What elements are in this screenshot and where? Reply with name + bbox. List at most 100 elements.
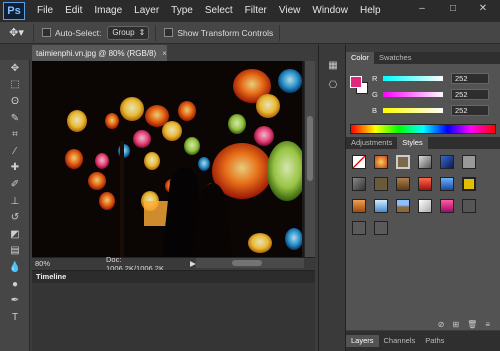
style-none[interactable] — [352, 155, 366, 169]
tab-swatches[interactable]: Swatches — [374, 52, 417, 64]
panel-menu-icon[interactable]: ≡ — [485, 320, 490, 329]
scroll-thumb[interactable] — [307, 116, 313, 181]
color-spectrum[interactable] — [350, 124, 496, 134]
blue-slider[interactable]: B 252 — [372, 104, 496, 116]
lasso-tool-icon[interactable]: ʘ — [0, 93, 30, 110]
red-track[interactable] — [383, 75, 443, 81]
style-swatch[interactable] — [440, 199, 454, 213]
quick-select-tool-icon[interactable]: ✎ — [0, 110, 30, 127]
menu-view[interactable]: View — [273, 0, 307, 22]
tool-preset-picker[interactable]: ✥▾ — [0, 23, 34, 42]
style-swatch[interactable] — [374, 221, 388, 235]
layers-panel: Layers Channels Paths — [346, 331, 500, 351]
style-swatch[interactable] — [462, 199, 476, 213]
minimize-button[interactable]: – — [407, 0, 437, 16]
timeline-tab[interactable]: Timeline — [32, 271, 315, 283]
type-tool-icon[interactable]: T — [0, 309, 30, 326]
chevron-down-icon: ⇕ — [138, 28, 146, 37]
green-value[interactable]: 252 — [451, 88, 489, 100]
close-window-button[interactable]: ✕ — [468, 0, 498, 16]
style-swatch[interactable] — [462, 155, 476, 169]
dodge-tool-icon[interactable]: ● — [0, 276, 30, 293]
move-tool-icon[interactable]: ✥ — [0, 60, 30, 77]
style-swatch[interactable] — [440, 155, 454, 169]
blue-value[interactable]: 252 — [451, 104, 489, 116]
style-swatch[interactable] — [418, 177, 432, 191]
marquee-tool-icon[interactable]: ⬚ — [0, 77, 30, 94]
auto-select-dropdown[interactable]: Group ⇕ — [107, 25, 150, 40]
menu-bar: Ps File Edit Image Layer Type Select Fil… — [0, 0, 500, 22]
properties-icon[interactable]: ⎔ — [319, 75, 347, 95]
menu-type[interactable]: Type — [165, 0, 199, 22]
separator — [279, 24, 281, 41]
tools-panel: ✥ ⬚ ʘ ✎ ⌗ ⁄ ✚ ✐ ⊥ ↺ ◩ ▤ 💧 ● ✒ T — [0, 60, 30, 351]
blue-track[interactable] — [383, 107, 443, 113]
brush-tool-icon[interactable]: ✐ — [0, 176, 30, 193]
history-brush-tool-icon[interactable]: ↺ — [0, 209, 30, 226]
menu-layer[interactable]: Layer — [128, 0, 165, 22]
trash-icon[interactable]: 🗑 — [467, 320, 477, 329]
show-transform-checkbox[interactable] — [164, 28, 174, 37]
clear-style-icon[interactable]: ⊘ — [438, 320, 445, 329]
history-icon[interactable]: ▦ — [319, 55, 347, 75]
new-style-icon[interactable]: ⊞ — [452, 320, 459, 329]
close-icon[interactable]: × — [162, 49, 167, 58]
style-swatch[interactable] — [440, 177, 454, 191]
blur-tool-icon[interactable]: 💧 — [0, 259, 30, 276]
style-swatch[interactable] — [352, 177, 366, 191]
menu-select[interactable]: Select — [199, 0, 239, 22]
tab-channels[interactable]: Channels — [379, 335, 421, 347]
clone-stamp-tool-icon[interactable]: ⊥ — [0, 193, 30, 210]
foreground-color-swatch[interactable] — [350, 76, 362, 88]
gradient-tool-icon[interactable]: ▤ — [0, 243, 30, 260]
auto-select-checkbox[interactable] — [42, 28, 51, 37]
document-tab[interactable]: taimienphi.vn.jpg @ 80% (RGB/8) × — [32, 45, 167, 61]
eyedropper-tool-icon[interactable]: ⁄ — [0, 143, 30, 160]
zoom-level[interactable]: 80% — [32, 259, 62, 268]
status-arrow-icon[interactable]: ▶ — [190, 259, 196, 268]
move-tool-icon: ✥▾ — [9, 27, 24, 39]
layers-panel-tabs: Layers Channels Paths — [346, 331, 500, 351]
style-swatch[interactable] — [396, 199, 410, 213]
green-track[interactable] — [383, 91, 443, 97]
style-swatch[interactable] — [396, 177, 410, 191]
style-grid — [350, 153, 476, 237]
style-swatch[interactable] — [396, 155, 410, 169]
tab-paths[interactable]: Paths — [420, 335, 449, 347]
crop-tool-icon[interactable]: ⌗ — [0, 126, 30, 143]
color-panel: Color Swatches R 252 G 252 B 252 — [346, 52, 500, 138]
tab-color[interactable]: Color — [346, 52, 374, 64]
style-swatch[interactable] — [352, 221, 366, 235]
style-swatch[interactable] — [374, 155, 388, 169]
style-swatch[interactable] — [418, 199, 432, 213]
menu-filter[interactable]: Filter — [239, 0, 273, 22]
eraser-tool-icon[interactable]: ◩ — [0, 226, 30, 243]
menu-window[interactable]: Window — [306, 0, 354, 22]
vertical-scrollbar[interactable] — [305, 61, 315, 257]
horizontal-scrollbar[interactable] — [196, 258, 304, 268]
tab-styles[interactable]: Styles — [397, 137, 428, 149]
menu-edit[interactable]: Edit — [59, 0, 88, 22]
style-swatch[interactable] — [462, 177, 476, 191]
menu-help[interactable]: Help — [354, 0, 387, 22]
options-bar: ✥▾ Auto-Select: Group ⇕ Show Transform C… — [0, 22, 500, 44]
style-swatch[interactable] — [374, 177, 388, 191]
style-swatch[interactable] — [352, 199, 366, 213]
scroll-thumb[interactable] — [232, 260, 262, 266]
red-slider[interactable]: R 252 — [372, 72, 496, 84]
tab-layers[interactable]: Layers — [346, 335, 379, 347]
lantern-photo-image — [32, 61, 304, 257]
healing-brush-tool-icon[interactable]: ✚ — [0, 160, 30, 177]
canvas-area[interactable] — [32, 61, 315, 257]
maximize-button[interactable]: □ — [438, 0, 468, 16]
menu-file[interactable]: File — [31, 0, 59, 22]
menu-image[interactable]: Image — [88, 0, 128, 22]
green-slider[interactable]: G 252 — [372, 88, 496, 100]
pen-tool-icon[interactable]: ✒ — [0, 292, 30, 309]
timeline-panel: Timeline — [32, 270, 315, 351]
red-value[interactable]: 252 — [451, 72, 489, 84]
tab-adjustments[interactable]: Adjustments — [346, 137, 397, 149]
style-swatch[interactable] — [374, 199, 388, 213]
style-swatch[interactable] — [418, 155, 432, 169]
panel-dock: ▦ ⎔ — [318, 45, 346, 351]
